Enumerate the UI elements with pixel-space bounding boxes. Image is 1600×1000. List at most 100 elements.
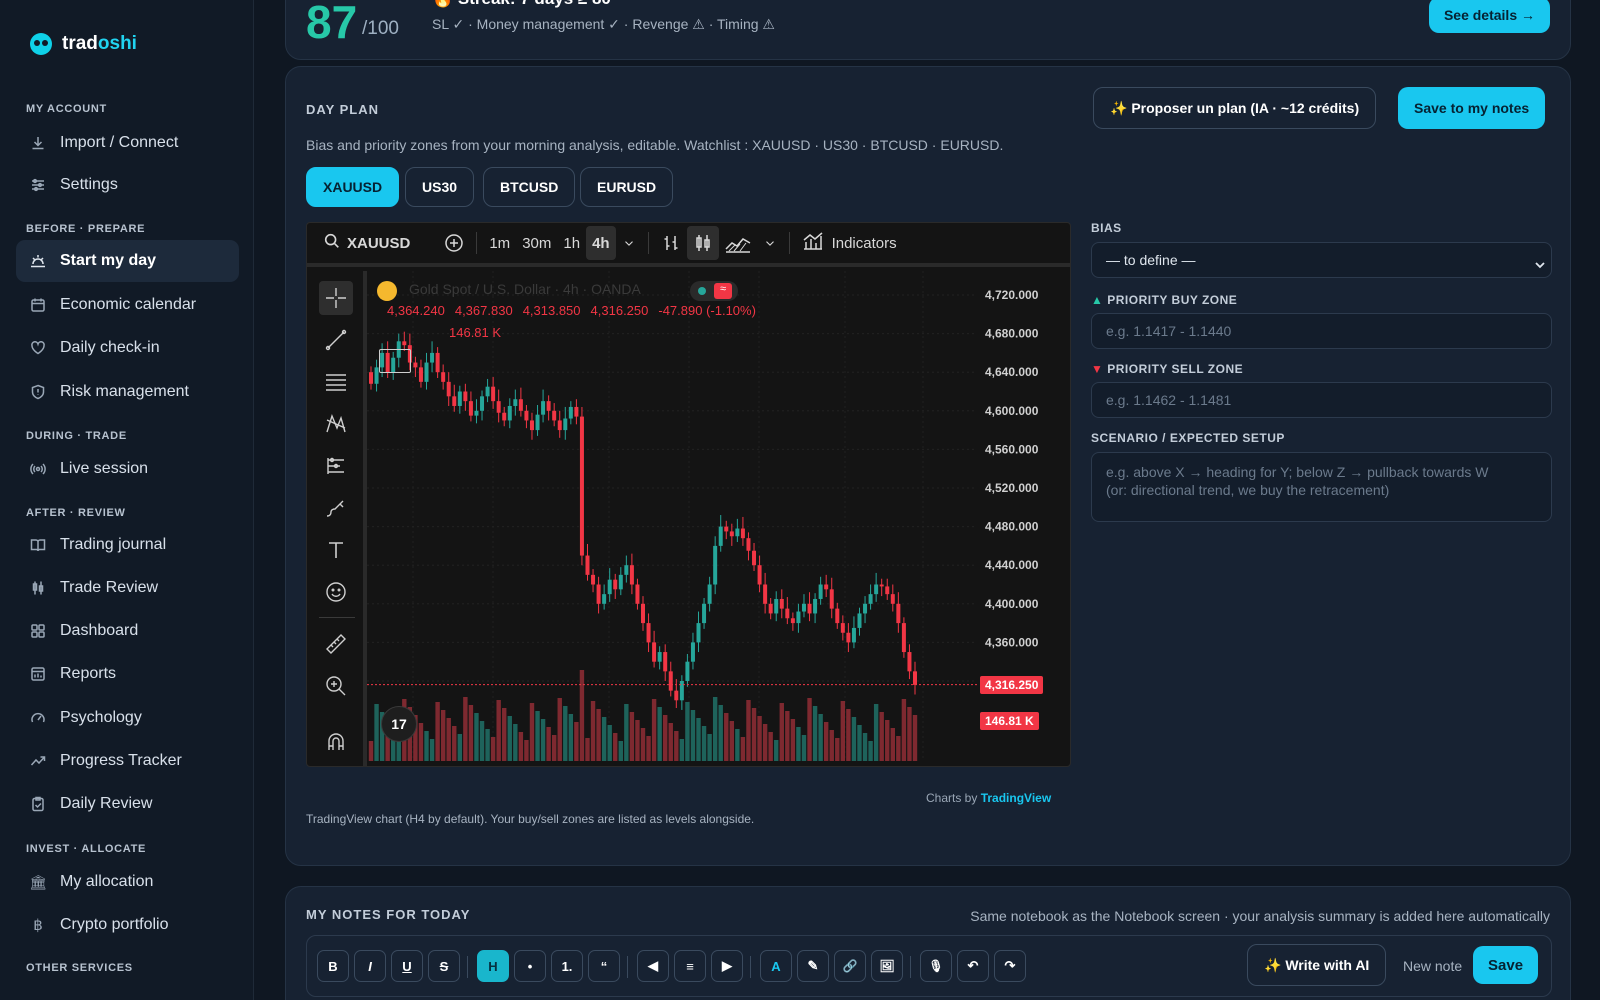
tradingview-logo-icon[interactable]: 17 xyxy=(381,706,417,742)
brand-logo[interactable]: tradoshi xyxy=(30,33,137,55)
trend-line-icon[interactable] xyxy=(319,323,353,357)
bitcoin-icon: ฿ xyxy=(33,917,43,934)
underline-button[interactable]: U xyxy=(391,950,423,982)
bar-style-icon[interactable] xyxy=(655,226,687,260)
image-icon[interactable]: 🖼 xyxy=(871,950,903,982)
microphone-icon[interactable]: 🎙 xyxy=(920,950,952,982)
volume-bar xyxy=(890,728,895,761)
redo-icon[interactable]: ↷ xyxy=(994,950,1026,982)
see-details-button[interactable]: See details → xyxy=(1428,0,1550,33)
strikethrough-button[interactable]: S xyxy=(428,950,460,982)
sidebar-item-crypto-portfolio[interactable]: ฿ Crypto portfolio xyxy=(16,904,239,946)
tradingview-chart[interactable]: XAUUSD 1m 30m 1h 4h Indicators 4,720.000… xyxy=(306,222,1071,767)
align-center-button[interactable]: ≡ xyxy=(674,950,706,982)
candle-body xyxy=(635,584,640,604)
sidebar-item-my-allocation[interactable]: 🏛 My allocation xyxy=(16,861,239,903)
volume-bar xyxy=(862,733,868,761)
candles-icon xyxy=(30,580,46,596)
link-icon[interactable]: 🔗 xyxy=(834,950,866,982)
fib-lines-icon[interactable] xyxy=(319,365,353,399)
buy-zone-input[interactable] xyxy=(1091,313,1552,349)
sidebar-item-settings[interactable]: Settings xyxy=(16,164,239,206)
interval-1h[interactable]: 1h xyxy=(557,226,586,260)
candle-body xyxy=(579,416,584,556)
save-to-notes-button[interactable]: Save to my notes xyxy=(1398,87,1546,129)
collapse-legend-icon[interactable] xyxy=(379,349,411,373)
buy-zone-label: ▲ PRIORITY BUY ZONE xyxy=(1091,293,1238,307)
candle-body xyxy=(824,584,829,590)
candle-body xyxy=(735,528,740,537)
bullet-list-button[interactable]: • xyxy=(514,950,546,982)
tab-us30[interactable]: US30 xyxy=(405,167,475,207)
scenario-textarea[interactable] xyxy=(1091,452,1552,522)
interval-dropdown-chevron-icon[interactable] xyxy=(616,226,642,260)
volume-bar xyxy=(796,727,801,761)
highlighter-icon[interactable]: ✎ xyxy=(797,950,829,982)
sidebar-item-psychology[interactable]: Psychology xyxy=(16,697,239,739)
gauge-icon xyxy=(30,710,46,726)
candles-style-icon[interactable] xyxy=(686,226,719,260)
sidebar-item-risk-management[interactable]: Risk management xyxy=(16,371,239,413)
chart-type-chevron-icon[interactable] xyxy=(757,226,783,260)
volume-bar xyxy=(679,739,685,761)
quote-button[interactable]: “ xyxy=(588,950,620,982)
save-note-button[interactable]: Save xyxy=(1473,946,1539,984)
volume-bar xyxy=(452,726,457,761)
chart-plot-area[interactable]: 4,720.000 4,680.000 4,640.000 4,600.000 4,56… xyxy=(367,271,1070,766)
sidebar-item-dashboard[interactable]: Dashboard xyxy=(16,610,239,652)
area-style-icon[interactable] xyxy=(719,226,757,260)
sidebar-item-start-my-day[interactable]: Start my day xyxy=(16,240,239,282)
sidebar-item-reports[interactable]: Reports xyxy=(16,653,239,695)
charts-attribution[interactable]: Charts by TradingView xyxy=(926,791,1051,805)
interval-1m[interactable]: 1m xyxy=(483,226,516,260)
tab-eurusd[interactable]: EURUSD xyxy=(580,167,674,207)
crosshair-icon[interactable] xyxy=(319,281,353,315)
emoji-icon[interactable] xyxy=(319,575,353,609)
italic-button[interactable]: I xyxy=(354,950,386,982)
volume-bar xyxy=(907,707,912,761)
owl-logo-icon xyxy=(30,33,52,55)
sell-zone-input[interactable] xyxy=(1091,382,1552,418)
brush-icon[interactable] xyxy=(319,491,353,525)
write-with-ai-button[interactable]: ✨ Write with AI xyxy=(1247,944,1387,986)
indicators-button[interactable]: Indicators xyxy=(796,226,903,260)
interval-30m[interactable]: 30m xyxy=(516,226,557,260)
undo-icon[interactable]: ↶ xyxy=(957,950,989,982)
grid-icon xyxy=(30,623,46,639)
candle-body xyxy=(663,652,668,672)
volume-bar xyxy=(812,706,818,761)
sidebar-item-live-session[interactable]: Live session xyxy=(16,448,239,490)
numbered-list-button[interactable]: 1. xyxy=(551,950,583,982)
compare-add-icon[interactable] xyxy=(438,226,470,260)
magnet-icon[interactable] xyxy=(319,725,353,759)
align-left-button[interactable]: ◀ xyxy=(637,950,669,982)
candle-body xyxy=(568,406,573,419)
tab-btcusd[interactable]: BTCUSD xyxy=(483,167,576,207)
bold-button[interactable]: B xyxy=(317,950,349,982)
volume-bar xyxy=(851,717,857,761)
sidebar-item-daily-review[interactable]: Daily Review xyxy=(16,783,239,825)
text-color-button[interactable]: A xyxy=(760,950,792,982)
sidebar-item-import[interactable]: Import / Connect xyxy=(16,122,239,164)
volume-bar xyxy=(496,700,501,761)
zoom-in-icon[interactable] xyxy=(319,669,353,703)
pattern-icon[interactable] xyxy=(319,407,353,441)
heading-button[interactable]: H xyxy=(477,950,509,982)
sidebar-item-economic-calendar[interactable]: Economic calendar xyxy=(16,284,239,326)
bias-select[interactable]: — to define — xyxy=(1091,242,1552,278)
align-right-button[interactable]: ▶ xyxy=(711,950,743,982)
sidebar-item-progress-tracker[interactable]: Progress Tracker xyxy=(16,740,239,782)
symbol-search[interactable]: XAUUSD xyxy=(317,226,416,260)
candle-body xyxy=(441,372,446,382)
text-tool-icon[interactable] xyxy=(319,533,353,567)
propose-plan-ai-button[interactable]: ✨ Proposer un plan (IA · ~12 crédits) xyxy=(1093,87,1377,129)
market-status-badge: ≈ xyxy=(690,281,738,301)
ruler-icon[interactable] xyxy=(319,627,353,661)
sidebar-item-trading-journal[interactable]: Trading journal xyxy=(16,524,239,566)
sidebar-item-daily-check-in[interactable]: Daily check-in xyxy=(16,327,239,369)
score-value: 87 xyxy=(306,0,358,48)
forecast-icon[interactable] xyxy=(319,449,353,483)
interval-4h[interactable]: 4h xyxy=(586,226,616,260)
tab-xauusd[interactable]: XAUUSD xyxy=(306,167,400,207)
sidebar-item-trade-review[interactable]: Trade Review xyxy=(16,567,239,609)
